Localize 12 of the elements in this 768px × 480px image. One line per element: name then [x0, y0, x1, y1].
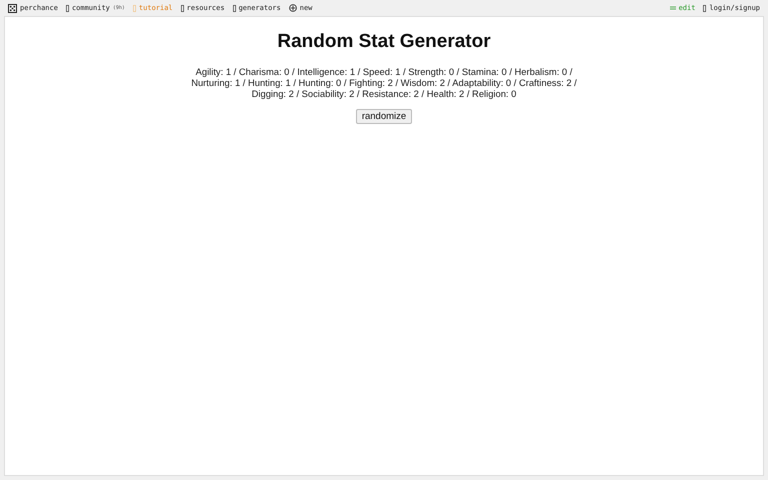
- stats-line: Nurturing: 1 / Hunting: 1 / Hunting: 0 / Fighting: 2 / Wisdom: 2 / Adaptability: 0 / Craftiness: 2 /: [191, 77, 577, 88]
- die-icon: [8, 4, 17, 12]
- plus-icon: [288, 4, 297, 12]
- box-icon: [66, 4, 69, 12]
- box-icon: [180, 4, 184, 12]
- box-icon: [132, 4, 136, 12]
- box-icon: [232, 4, 236, 12]
- stats-line: Agility: 1 / Charisma: 0 / Intelligence: 1 / Speed: 1 / Strength: 0 / Stamina: 0 / Herbalism: 0 /: [196, 66, 572, 77]
- randomize-button[interactable]: randomize: [356, 109, 412, 124]
- page-title: Random Stat Generator: [277, 31, 491, 53]
- stats-line: Digging: 2 / Sociability: 2 / Resistance: 2 / Health: 2 / Religion: 0: [252, 88, 516, 99]
- box-icon: [703, 4, 706, 12]
